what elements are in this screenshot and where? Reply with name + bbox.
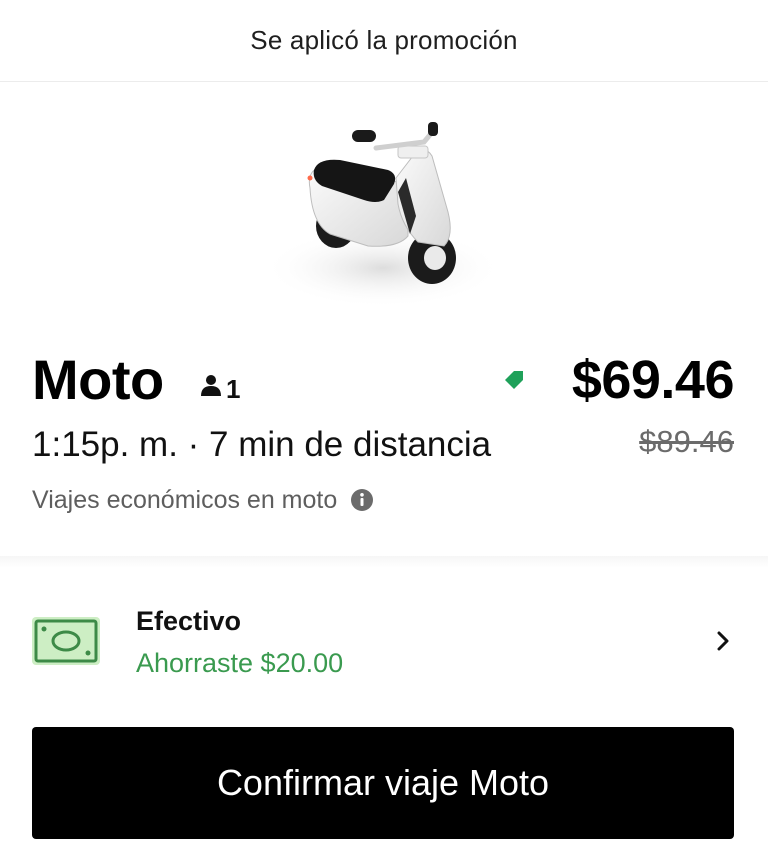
eta-text: 1:15p. m. · 7 min de distancia — [32, 425, 492, 464]
savings-text: Ahorraste $20.00 — [136, 648, 344, 678]
product-name: Moto — [32, 348, 164, 411]
trip-price: $69.46 — [571, 350, 735, 410]
eta-row: 1:15p. m. · 7 min de distancia $89.46 — [32, 420, 734, 470]
tag-icon — [502, 368, 526, 397]
product-header: Moto 1 $69.46 — [32, 340, 735, 420]
section-divider — [0, 556, 768, 568]
payment-method-row[interactable]: Efectivo Ahorraste $20.00 — [0, 590, 768, 690]
description-row: Viajes económicos en moto — [32, 480, 374, 520]
original-price: $89.46 — [639, 424, 734, 459]
scooter-illustration — [248, 108, 518, 318]
product-description: Viajes económicos en moto — [32, 485, 338, 514]
info-icon[interactable] — [351, 489, 374, 511]
capacity: 1 — [200, 374, 240, 405]
confirm-ride-button[interactable]: Confirmar viaje Moto — [32, 727, 734, 839]
capacity-count: 1 — [226, 374, 241, 404]
chevron-right-icon — [716, 630, 730, 657]
payment-method-label: Efectivo — [136, 606, 242, 636]
person-icon — [200, 374, 226, 405]
cash-icon — [32, 617, 100, 670]
promo-banner-text: Se aplicó la promoción — [250, 25, 518, 55]
promo-banner: Se aplicó la promoción — [0, 0, 768, 82]
